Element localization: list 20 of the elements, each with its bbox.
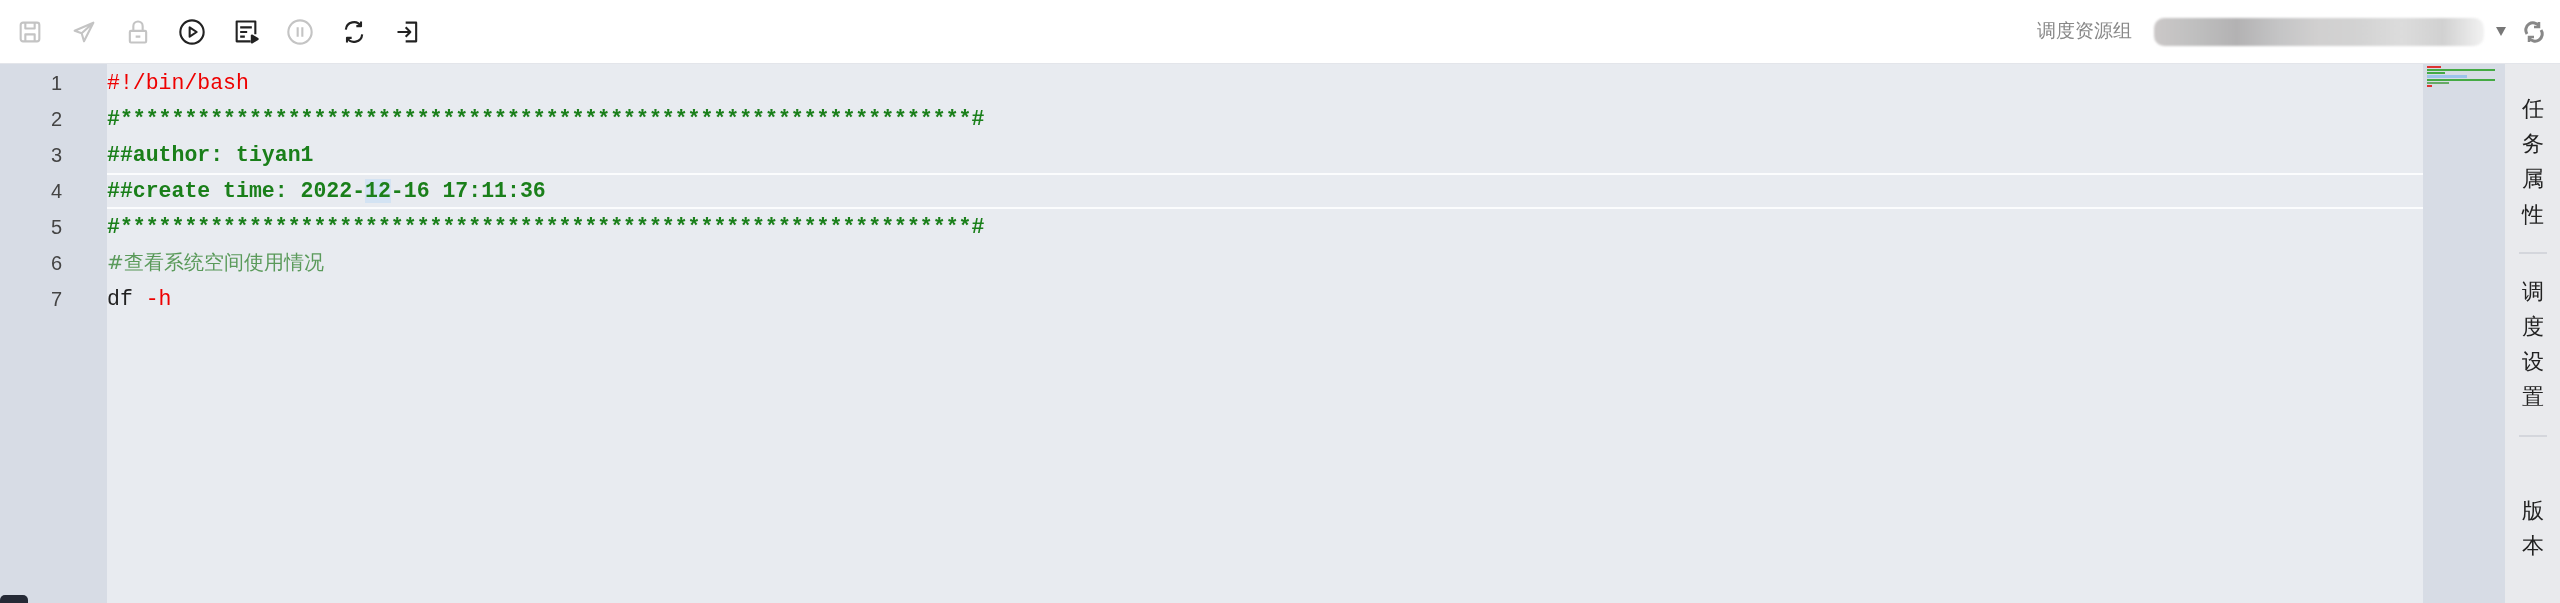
- line-number: 2: [50, 107, 62, 132]
- line-number: 3: [50, 143, 62, 168]
- line-number: 6: [50, 251, 62, 276]
- line-number: 5: [50, 215, 62, 240]
- dropdown-caret-icon[interactable]: [2496, 27, 2506, 36]
- code-line: ##create time: 2022-12-16 17:11:36: [107, 177, 546, 205]
- side-tab[interactable]: 调度设置: [2521, 273, 2544, 415]
- code-line: ##author: tiyan1: [107, 141, 314, 169]
- line-number: 4: [50, 179, 62, 204]
- side-tab[interactable]: 版本: [2521, 492, 2544, 563]
- code-line: #******************************************************************#: [107, 105, 985, 133]
- side-tab[interactable]: 任务属性: [2521, 91, 2544, 232]
- code-line: #查看系统空间使用情况: [107, 248, 324, 276]
- line-number: 1: [50, 71, 62, 96]
- line-number: 7: [50, 287, 62, 312]
- code-line: #!/bin/bash: [107, 69, 249, 97]
- code-line: #******************************************************************#: [107, 213, 985, 241]
- resource-group-label: 调度资源组: [2037, 19, 2132, 44]
- code-line: df -h: [107, 285, 172, 313]
- play-icon[interactable]: [178, 17, 206, 46]
